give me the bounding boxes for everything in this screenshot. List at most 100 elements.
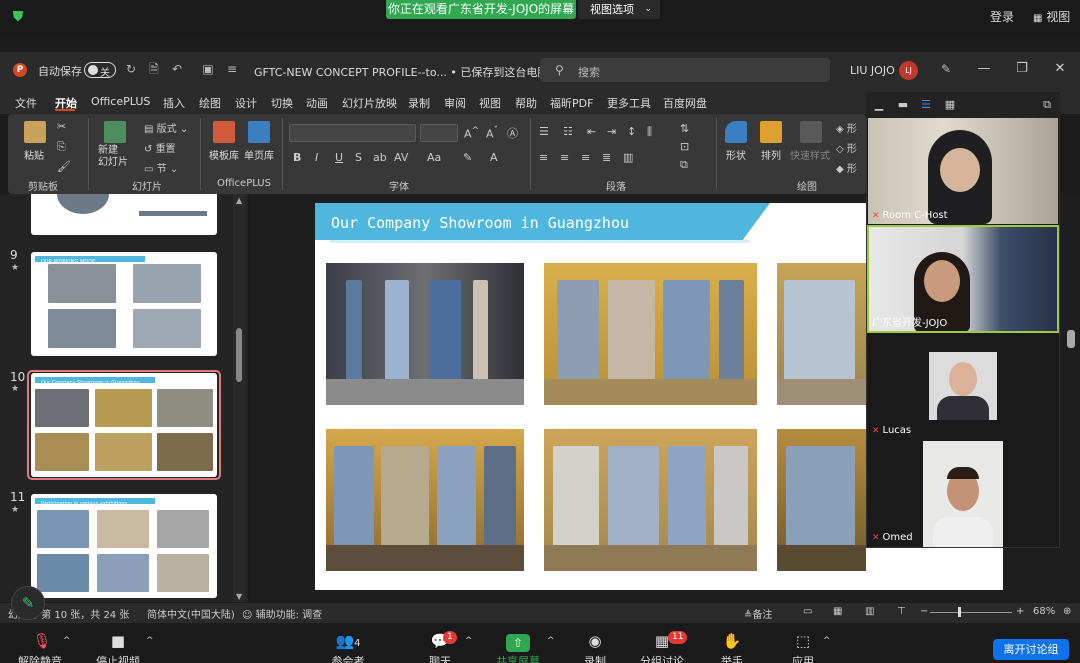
apps-label[interactable]: 应用 <box>773 653 833 663</box>
distributed-icon[interactable]: ▥ <box>623 151 633 164</box>
mic-muted-icon[interactable]: 🎙 <box>22 632 62 652</box>
clear-formatting-icon[interactable]: Ⓐ <box>507 125 518 141</box>
menu-help[interactable]: 帮助 <box>515 95 537 111</box>
showroom-photo-6[interactable] <box>777 429 866 571</box>
new-slide-button[interactable]: 新建 幻灯片 <box>98 145 138 169</box>
annotate-pen-icon[interactable]: ✎ <box>11 586 45 620</box>
italic-icon[interactable]: I <box>315 151 318 164</box>
layout-button[interactable]: ▤ 版式 ⌄ <box>144 120 188 135</box>
menu-animations[interactable]: 动画 <box>306 95 328 111</box>
undo-icon[interactable]: ↶ <box>169 61 185 77</box>
menu-record[interactable]: 录制 <box>408 95 430 111</box>
apps-icon[interactable]: ⬚ <box>783 632 823 652</box>
login-button[interactable]: 登录 <box>990 8 1014 25</box>
unmute-label[interactable]: 解除静音 <box>10 653 70 663</box>
user-name[interactable]: LIU JOJO <box>850 64 895 77</box>
format-painter-icon[interactable]: 🖌 <box>57 160 71 173</box>
shrink-font-icon[interactable]: Aˇ <box>486 125 498 141</box>
template-library-button[interactable]: 模板库 <box>209 147 239 162</box>
smartart-icon[interactable]: ⧉ <box>680 158 688 172</box>
view-button[interactable]: ▦ 视图 <box>1033 8 1070 25</box>
copy-icon[interactable]: ⎘ <box>57 140 66 154</box>
shape-fill-button[interactable]: ◈ 形 <box>836 120 857 135</box>
reading-view-icon[interactable]: ▥ <box>865 606 874 617</box>
font-name-dropdown[interactable] <box>289 124 416 142</box>
chevron-up-icon[interactable]: ^ <box>63 636 71 646</box>
customize-toolbar-icon[interactable]: ≡ <box>224 61 240 77</box>
video-tile-room-c-host[interactable]: ✕ Room C-Host <box>868 118 1058 224</box>
slide-thumbnail-9[interactable]: OUR WORKING MODE <box>31 252 217 356</box>
showroom-photo-5[interactable] <box>544 429 757 571</box>
font-color-icon[interactable]: A <box>490 151 498 164</box>
video-tile-lucas[interactable] <box>929 352 997 420</box>
align-right-icon[interactable]: ≡ <box>581 151 590 164</box>
panel-scrollbar-thumb[interactable] <box>1067 330 1075 348</box>
numbering-icon[interactable]: ☷ <box>563 125 573 138</box>
line-spacing-icon[interactable]: ↕ <box>627 125 636 138</box>
fit-slide-icon[interactable]: ⊕ <box>1063 606 1071 617</box>
section-button[interactable]: ▭ 节 ⌄ <box>144 160 178 175</box>
scroll-up-icon[interactable]: ▲ <box>236 196 242 205</box>
shapes-button[interactable]: 形状 <box>726 147 746 162</box>
align-left-icon[interactable]: ≡ <box>539 151 548 164</box>
breakout-rooms-label[interactable]: 分组讨论 <box>632 653 692 663</box>
document-title[interactable]: GFTC-NEW CONCEPT PROFILE--to... • 已保存到这台… <box>254 64 561 80</box>
arrange-icon[interactable] <box>760 121 782 143</box>
slide-thumbnail-10[interactable]: Our Company Showroom in Guangzhou <box>31 373 217 477</box>
close-icon[interactable]: ✕ <box>1052 61 1068 77</box>
participants-icon[interactable]: 👥4 <box>328 632 368 652</box>
menu-foxit-pdf[interactable]: 福昕PDF <box>550 95 593 111</box>
slide-thumbnail-11[interactable]: Participation in various exhibitions <box>31 494 217 598</box>
pen-icon[interactable]: ✎ <box>938 61 954 77</box>
restore-icon[interactable]: ❐ <box>1014 61 1030 77</box>
accessibility-status[interactable]: ☺ 辅助功能: 调查 <box>242 606 322 621</box>
quick-styles-icon[interactable] <box>800 121 822 143</box>
menu-view[interactable]: 视图 <box>479 95 501 111</box>
shape-outline-button[interactable]: ◇ 形 <box>836 140 857 155</box>
redo-circle-icon[interactable]: ↻ <box>123 61 139 77</box>
reset-button[interactable]: ↺ 重置 <box>144 140 176 155</box>
menu-transitions[interactable]: 切换 <box>271 95 293 111</box>
chat-label[interactable]: 聊天 <box>410 653 470 663</box>
video-tile-omed[interactable] <box>923 441 1003 547</box>
char-spacing-icon[interactable]: AV <box>394 151 408 164</box>
minimize-icon[interactable]: — <box>976 61 992 77</box>
cut-icon[interactable]: ✂ <box>57 120 66 133</box>
raise-hand-label[interactable]: 举手 <box>702 653 762 663</box>
columns-icon[interactable]: ⫼ <box>647 125 652 139</box>
bullets-icon[interactable]: ☰ <box>539 125 549 138</box>
normal-view-icon[interactable]: ▭ <box>803 606 812 617</box>
menu-slideshow[interactable]: 幻灯片放映 <box>342 95 397 111</box>
video-icon[interactable]: ■ <box>98 632 138 652</box>
chevron-up-icon[interactable]: ^ <box>146 636 154 646</box>
menu-draw[interactable]: 绘图 <box>199 95 221 111</box>
minimize-panel-icon[interactable]: ▁ <box>872 99 886 111</box>
quick-styles-button[interactable]: 快速样式 <box>790 147 830 162</box>
change-case-icon[interactable]: Aa <box>427 151 441 164</box>
chevron-up-icon[interactable]: ^ <box>823 636 831 646</box>
speaker-view-icon[interactable]: ☰ <box>919 99 933 111</box>
new-slide-icon[interactable] <box>104 121 126 143</box>
thumbnail-scrollbar[interactable] <box>233 194 245 602</box>
share-screen-label[interactable]: 共享屏幕 <box>488 653 548 663</box>
shadow-icon[interactable]: ab <box>373 151 387 164</box>
doc-check-icon[interactable]: 🗎 <box>146 61 162 77</box>
menu-design[interactable]: 设计 <box>235 95 257 111</box>
decrease-indent-icon[interactable]: ⇤ <box>587 125 596 138</box>
slide-sorter-icon[interactable]: ▦ <box>833 606 842 617</box>
notes-button[interactable]: ≜备注 <box>744 606 772 621</box>
record-label[interactable]: 录制 <box>565 653 625 663</box>
menu-file[interactable]: 文件 <box>15 95 37 111</box>
single-page-library-icon[interactable] <box>248 121 270 143</box>
showroom-photo-4[interactable] <box>326 429 524 571</box>
scrollbar-thumb[interactable] <box>236 328 242 382</box>
showroom-photo-1[interactable] <box>326 263 524 405</box>
share-screen-icon[interactable]: ⇧ <box>506 634 530 652</box>
record-icon[interactable]: ◉ <box>575 632 615 652</box>
stop-video-label[interactable]: 停止视频 <box>88 653 148 663</box>
raise-hand-icon[interactable]: ✋ <box>712 632 752 652</box>
bold-icon[interactable]: B <box>293 151 301 164</box>
thumbnail-view-icon[interactable]: ▬ <box>896 99 910 111</box>
increase-indent-icon[interactable]: ⇥ <box>607 125 616 138</box>
menu-more-tools[interactable]: 更多工具 <box>607 95 651 111</box>
